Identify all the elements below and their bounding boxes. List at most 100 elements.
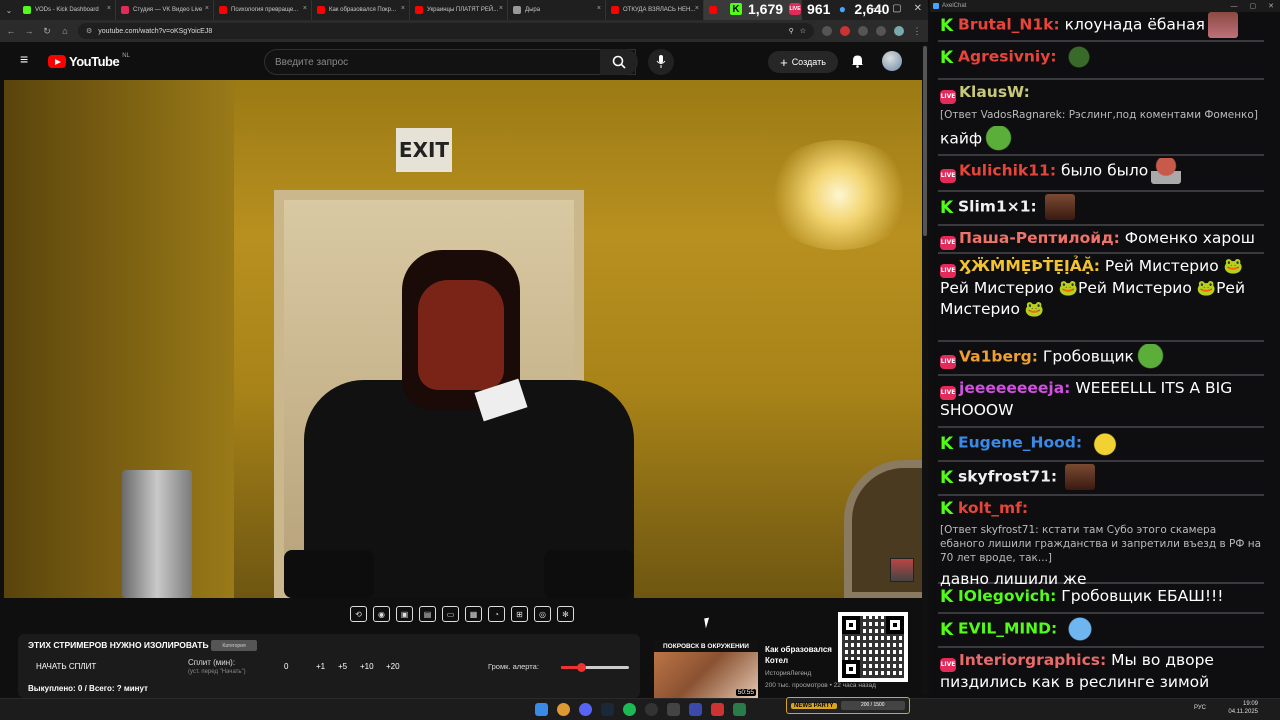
recommended-thumbnail[interactable]: ПОКРОВСК В ОКРУЖЕНИИ 50:55: [654, 640, 758, 698]
chat-username[interactable]: ӼӜṀṀẸꝤṪẸỊẢẶ:: [959, 257, 1100, 275]
search-button[interactable]: [600, 49, 638, 75]
recommended-channel[interactable]: ИсторияЛегенд: [765, 670, 811, 677]
camera-icon[interactable]: ◎: [534, 606, 551, 622]
alert-volume-slider[interactable]: [561, 663, 629, 672]
recommended-title[interactable]: Как образовался Котел: [765, 644, 841, 666]
frame-icon[interactable]: ▦: [465, 606, 482, 622]
browser-tab[interactable]: Студия — VK Видео Live ×: [116, 0, 214, 20]
youtube-logo[interactable]: YouTube NL: [48, 53, 130, 69]
maximize-button[interactable]: ▢: [892, 3, 901, 14]
download-icon[interactable]: [876, 26, 886, 36]
speed-icon[interactable]: ◔: [488, 606, 505, 622]
add-10-button[interactable]: +10: [360, 662, 374, 671]
add-20-button[interactable]: +20: [386, 662, 400, 671]
chat-username[interactable]: KlausW:: [959, 83, 1030, 101]
chat-message: LIVE Паша-Рептилойд: Фоменко харош: [940, 228, 1262, 250]
extensions-puzzle-icon[interactable]: [858, 26, 868, 36]
create-label: Создать: [791, 57, 826, 67]
minimize-button[interactable]: —: [870, 3, 880, 14]
profile-icon[interactable]: [894, 26, 904, 36]
tab-favicon-icon: [611, 6, 619, 14]
app-icon[interactable]: [733, 703, 746, 716]
audio-icon[interactable]: ◉: [373, 606, 390, 622]
chat-username[interactable]: Паша-Рептилойд:: [959, 229, 1120, 247]
chat-username[interactable]: Kulichik11:: [959, 162, 1056, 180]
game-widget[interactable]: NEWS PARTY 200 / 1500: [786, 697, 910, 714]
steam-icon[interactable]: [601, 703, 614, 716]
tab-search-icon[interactable]: ⌄: [0, 0, 18, 20]
vk-live-platform-icon: LIVE: [940, 264, 956, 278]
site-info-icon[interactable]: ⚙: [86, 27, 92, 35]
tab-close-icon[interactable]: ×: [303, 5, 307, 12]
url-field[interactable]: ⚙ youtube.com/watch?v=oKSgYoicEJ8 ⚲ ☆: [78, 23, 814, 39]
spotify-icon[interactable]: [623, 703, 636, 716]
browser-tab[interactable]: VODs - Kick Dashboard ×: [18, 0, 116, 20]
chat-message: Kskyfrost71:: [940, 464, 1262, 490]
tab-close-icon[interactable]: ×: [205, 5, 209, 12]
browser-tab[interactable]: ОТКУДА ВЗЯЛАСЬ НЕН... ×: [606, 0, 704, 20]
tab-close-icon[interactable]: ×: [401, 5, 405, 12]
chat-username[interactable]: jeeeeeeeeja:: [959, 379, 1070, 397]
tab-close-icon[interactable]: ×: [107, 5, 111, 12]
back-icon[interactable]: ←: [6, 26, 16, 36]
chat-username[interactable]: Interiorgraphics:: [959, 651, 1106, 669]
zoom-icon[interactable]: ⚲: [789, 27, 794, 35]
chat-username[interactable]: skyfrost71:: [958, 468, 1057, 486]
recommended-video[interactable]: ПОКРОВСК В ОКРУЖЕНИИ 50:55 Как образовал…: [654, 640, 876, 698]
voice-search-button[interactable]: [648, 49, 674, 75]
notifications-bell-icon[interactable]: [848, 52, 866, 70]
chat-username[interactable]: Agresivniy:: [958, 48, 1057, 66]
chat-username[interactable]: IOlegovich:: [958, 587, 1056, 605]
chat-username[interactable]: EVIL_MIND:: [958, 620, 1057, 638]
loop-icon[interactable]: ⟲: [350, 606, 367, 622]
chat-username[interactable]: Eugene_Hood:: [958, 434, 1082, 452]
video-player[interactable]: EXIT: [4, 80, 922, 598]
scrollbar-thumb[interactable]: [923, 46, 927, 236]
discord-icon[interactable]: [579, 703, 592, 716]
chat-username[interactable]: Brutal_N1k:: [958, 16, 1060, 34]
create-button[interactable]: + Создать: [768, 51, 838, 73]
chat-username[interactable]: kolt_mf:: [958, 499, 1028, 517]
browser-window: ⌄ VODs - Kick Dashboard × Студия — VK Виде…: [0, 0, 928, 698]
tab-close-icon[interactable]: ×: [597, 5, 601, 12]
close-button[interactable]: ✕: [1268, 1, 1274, 13]
app-icon[interactable]: [667, 703, 680, 716]
language-indicator[interactable]: РУС: [1194, 705, 1206, 711]
tab-close-icon[interactable]: ×: [499, 5, 503, 12]
browser-tab[interactable]: Дыра ×: [508, 0, 606, 20]
menu-kebab-icon[interactable]: ⋮: [912, 26, 922, 37]
plus-icon: +: [780, 54, 788, 70]
browser-tab[interactable]: Как образовался Покр... ×: [312, 0, 410, 20]
start-menu-icon[interactable]: [535, 703, 548, 716]
forward-icon[interactable]: →: [24, 26, 34, 36]
chat-username[interactable]: Va1berg:: [959, 348, 1038, 366]
start-split-button[interactable]: НАЧАТЬ СПЛИТ: [36, 662, 96, 671]
reload-icon[interactable]: ↻: [42, 26, 52, 37]
obs-icon[interactable]: [645, 703, 658, 716]
youtube-app-icon[interactable]: [711, 703, 724, 716]
crop-icon[interactable]: ⊞: [511, 606, 528, 622]
extension-icon[interactable]: [840, 26, 850, 36]
settings-icon[interactable]: ✻: [557, 606, 574, 622]
clock[interactable]: 19:09 04.11.2025: [1218, 700, 1258, 716]
clapper-icon[interactable]: ▤: [419, 606, 436, 622]
app-icon[interactable]: [689, 703, 702, 716]
chat-username[interactable]: Slim1×1:: [958, 198, 1037, 216]
browser-tab[interactable]: Украинцы ПЛАТЯТ РЕЙ... ×: [410, 0, 508, 20]
home-icon[interactable]: ⌂: [60, 26, 70, 36]
volume-knob[interactable]: [577, 663, 587, 672]
hamburger-menu-icon[interactable]: ≡: [20, 52, 32, 66]
search-input[interactable]: Введите запрос: [264, 49, 636, 75]
account-avatar[interactable]: [882, 51, 902, 71]
add-1-button[interactable]: +1: [316, 662, 325, 671]
aspect-icon[interactable]: ▭: [442, 606, 459, 622]
add-5-button[interactable]: +5: [338, 662, 347, 671]
chat-message: LIVE Interiorgraphics: Мы во дворе пиздил…: [940, 650, 1262, 693]
screenshot-icon[interactable]: ▣: [396, 606, 413, 622]
bookmark-star-icon[interactable]: ☆: [800, 27, 806, 35]
chrome-icon[interactable]: [557, 703, 570, 716]
close-button[interactable]: ✕: [914, 3, 922, 14]
browser-tab[interactable]: Психология превраще... ×: [214, 0, 312, 20]
tab-close-icon[interactable]: ×: [695, 5, 699, 12]
extension-icon[interactable]: [822, 26, 832, 36]
